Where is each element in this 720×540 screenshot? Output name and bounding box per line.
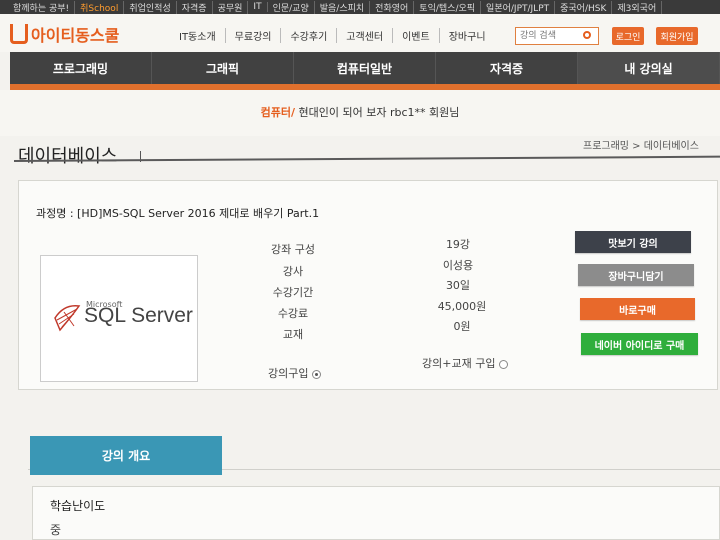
login-button[interactable]: 로그인 <box>612 27 644 45</box>
site-logo[interactable]: 아이티동스쿨 <box>10 22 119 46</box>
welcome-message: 컴퓨터/ 현대인이 되어 보자 rbc1** 회원님 <box>0 104 720 120</box>
info-label-fee: 수강료 <box>277 307 309 320</box>
nav-item-graphic[interactable]: 그래픽 <box>152 52 294 84</box>
global-nav: IT동소개 무료강의 수강후기 고객센터 이벤트 장바구니 <box>170 28 495 43</box>
info-value-textbook: 0원 <box>453 320 471 333</box>
search-icon[interactable] <box>583 31 591 39</box>
buy-now-button[interactable]: 바로구매 <box>580 298 695 320</box>
option-lecture-book-radio[interactable] <box>499 359 509 369</box>
add-to-cart-button[interactable]: 장바구니담기 <box>578 264 694 286</box>
topbar-item[interactable]: 전화영어 <box>370 0 415 14</box>
topbar-item[interactable]: 일본어/JPT/JLPT <box>481 0 556 14</box>
topbar-item[interactable]: IT <box>248 2 268 12</box>
difficulty-label: 학습난이도 <box>50 499 106 513</box>
topbar-highlight[interactable]: 취School <box>75 0 125 14</box>
tab-overview[interactable]: 강의 개요 <box>30 436 222 475</box>
join-button[interactable]: 회원가입 <box>656 27 698 45</box>
preview-lecture-button[interactable]: 맛보기 강의 <box>575 231 691 253</box>
nav-item-programming[interactable]: 프로그래밍 <box>10 52 152 84</box>
gnb-item-event[interactable]: 이벤트 <box>393 28 440 43</box>
gnb-item-free[interactable]: 무료강의 <box>226 28 282 43</box>
gnb-item-support[interactable]: 고객센터 <box>337 28 394 43</box>
welcome-text: 현대인이 되어 보자 rbc1** 회원님 <box>298 106 460 119</box>
info-value-fee: 45,000원 <box>437 300 487 313</box>
gnb-item-about[interactable]: IT동소개 <box>170 28 226 43</box>
option-lecture[interactable]: 강의구입 <box>268 365 322 381</box>
nav-item-certificate[interactable]: 자격증 <box>436 52 578 84</box>
nav-item-computer[interactable]: 컴퓨터일반 <box>294 52 436 84</box>
title-underline <box>13 155 720 162</box>
nav-item-my-classroom[interactable]: 내 강의실 <box>578 52 720 84</box>
topbar-item[interactable]: 중국어/HSK <box>555 0 613 14</box>
option-lecture-radio[interactable] <box>312 369 322 379</box>
course-name: 과정명 : [HD]MS-SQL Server 2016 제대로 배우기 Par… <box>36 207 320 220</box>
info-value-composition: 19강 <box>445 238 471 251</box>
category-nav: 프로그래밍 그래픽 컴퓨터일반 자격증 내 강의실 <box>10 52 720 90</box>
option-lecture-book-label: 강의+교재 구입 <box>422 357 496 370</box>
topbar-item[interactable]: 취업인적성 <box>124 0 177 14</box>
overview-panel <box>32 486 720 540</box>
option-lecture-book[interactable]: 강의+교재 구입 <box>422 355 509 371</box>
topbar-item[interactable]: 토익/텝스/오픽 <box>414 0 482 14</box>
option-lecture-label: 강의구입 <box>268 367 309 380</box>
topbar-item[interactable]: 함께하는 공부! <box>8 0 76 14</box>
difficulty-value: 중 <box>50 523 62 537</box>
info-label-instructor: 강사 <box>282 265 304 278</box>
info-label-textbook: 교재 <box>282 328 304 341</box>
topbar-item[interactable]: 공무원 <box>213 0 249 14</box>
breadcrumb[interactable]: 프로그래밍 > 데이터베이스 <box>583 137 699 152</box>
info-label-period: 수강기간 <box>272 286 314 299</box>
site-header: 아이티동스쿨 IT동소개 무료강의 수강후기 고객센터 이벤트 장바구니 로그인… <box>0 14 720 52</box>
logo-icon <box>10 24 28 44</box>
page-title: 데이터베이스 <box>18 146 118 167</box>
notice-ticker <box>115 123 595 131</box>
topbar-item[interactable]: 인문/교양 <box>268 0 315 14</box>
top-utility-bar: 함께하는 공부! 취School 취업인적성 자격증 공무원 IT 인문/교양 … <box>0 0 720 14</box>
info-value-instructor: 이성용 <box>442 259 474 272</box>
info-label-composition: 강좌 구성 <box>271 243 315 256</box>
welcome-highlight: 컴퓨터/ <box>260 106 296 119</box>
naver-purchase-button[interactable]: 네이버 아이디로 구매 <box>581 333 698 355</box>
topbar-item[interactable]: 자격증 <box>177 0 213 14</box>
logo-text: 아이티동스쿨 <box>31 26 120 45</box>
gnb-item-reviews[interactable]: 수강후기 <box>281 28 338 43</box>
topbar-item[interactable]: 발음/스피치 <box>315 0 371 14</box>
info-value-period: 30일 <box>445 279 471 292</box>
sql-server-logo-icon <box>54 305 81 332</box>
topbar-item[interactable]: 제3외국어 <box>612 0 663 14</box>
gnb-item-cart[interactable]: 장바구니 <box>440 28 495 43</box>
sql-server-label: SQL Server <box>84 304 193 327</box>
